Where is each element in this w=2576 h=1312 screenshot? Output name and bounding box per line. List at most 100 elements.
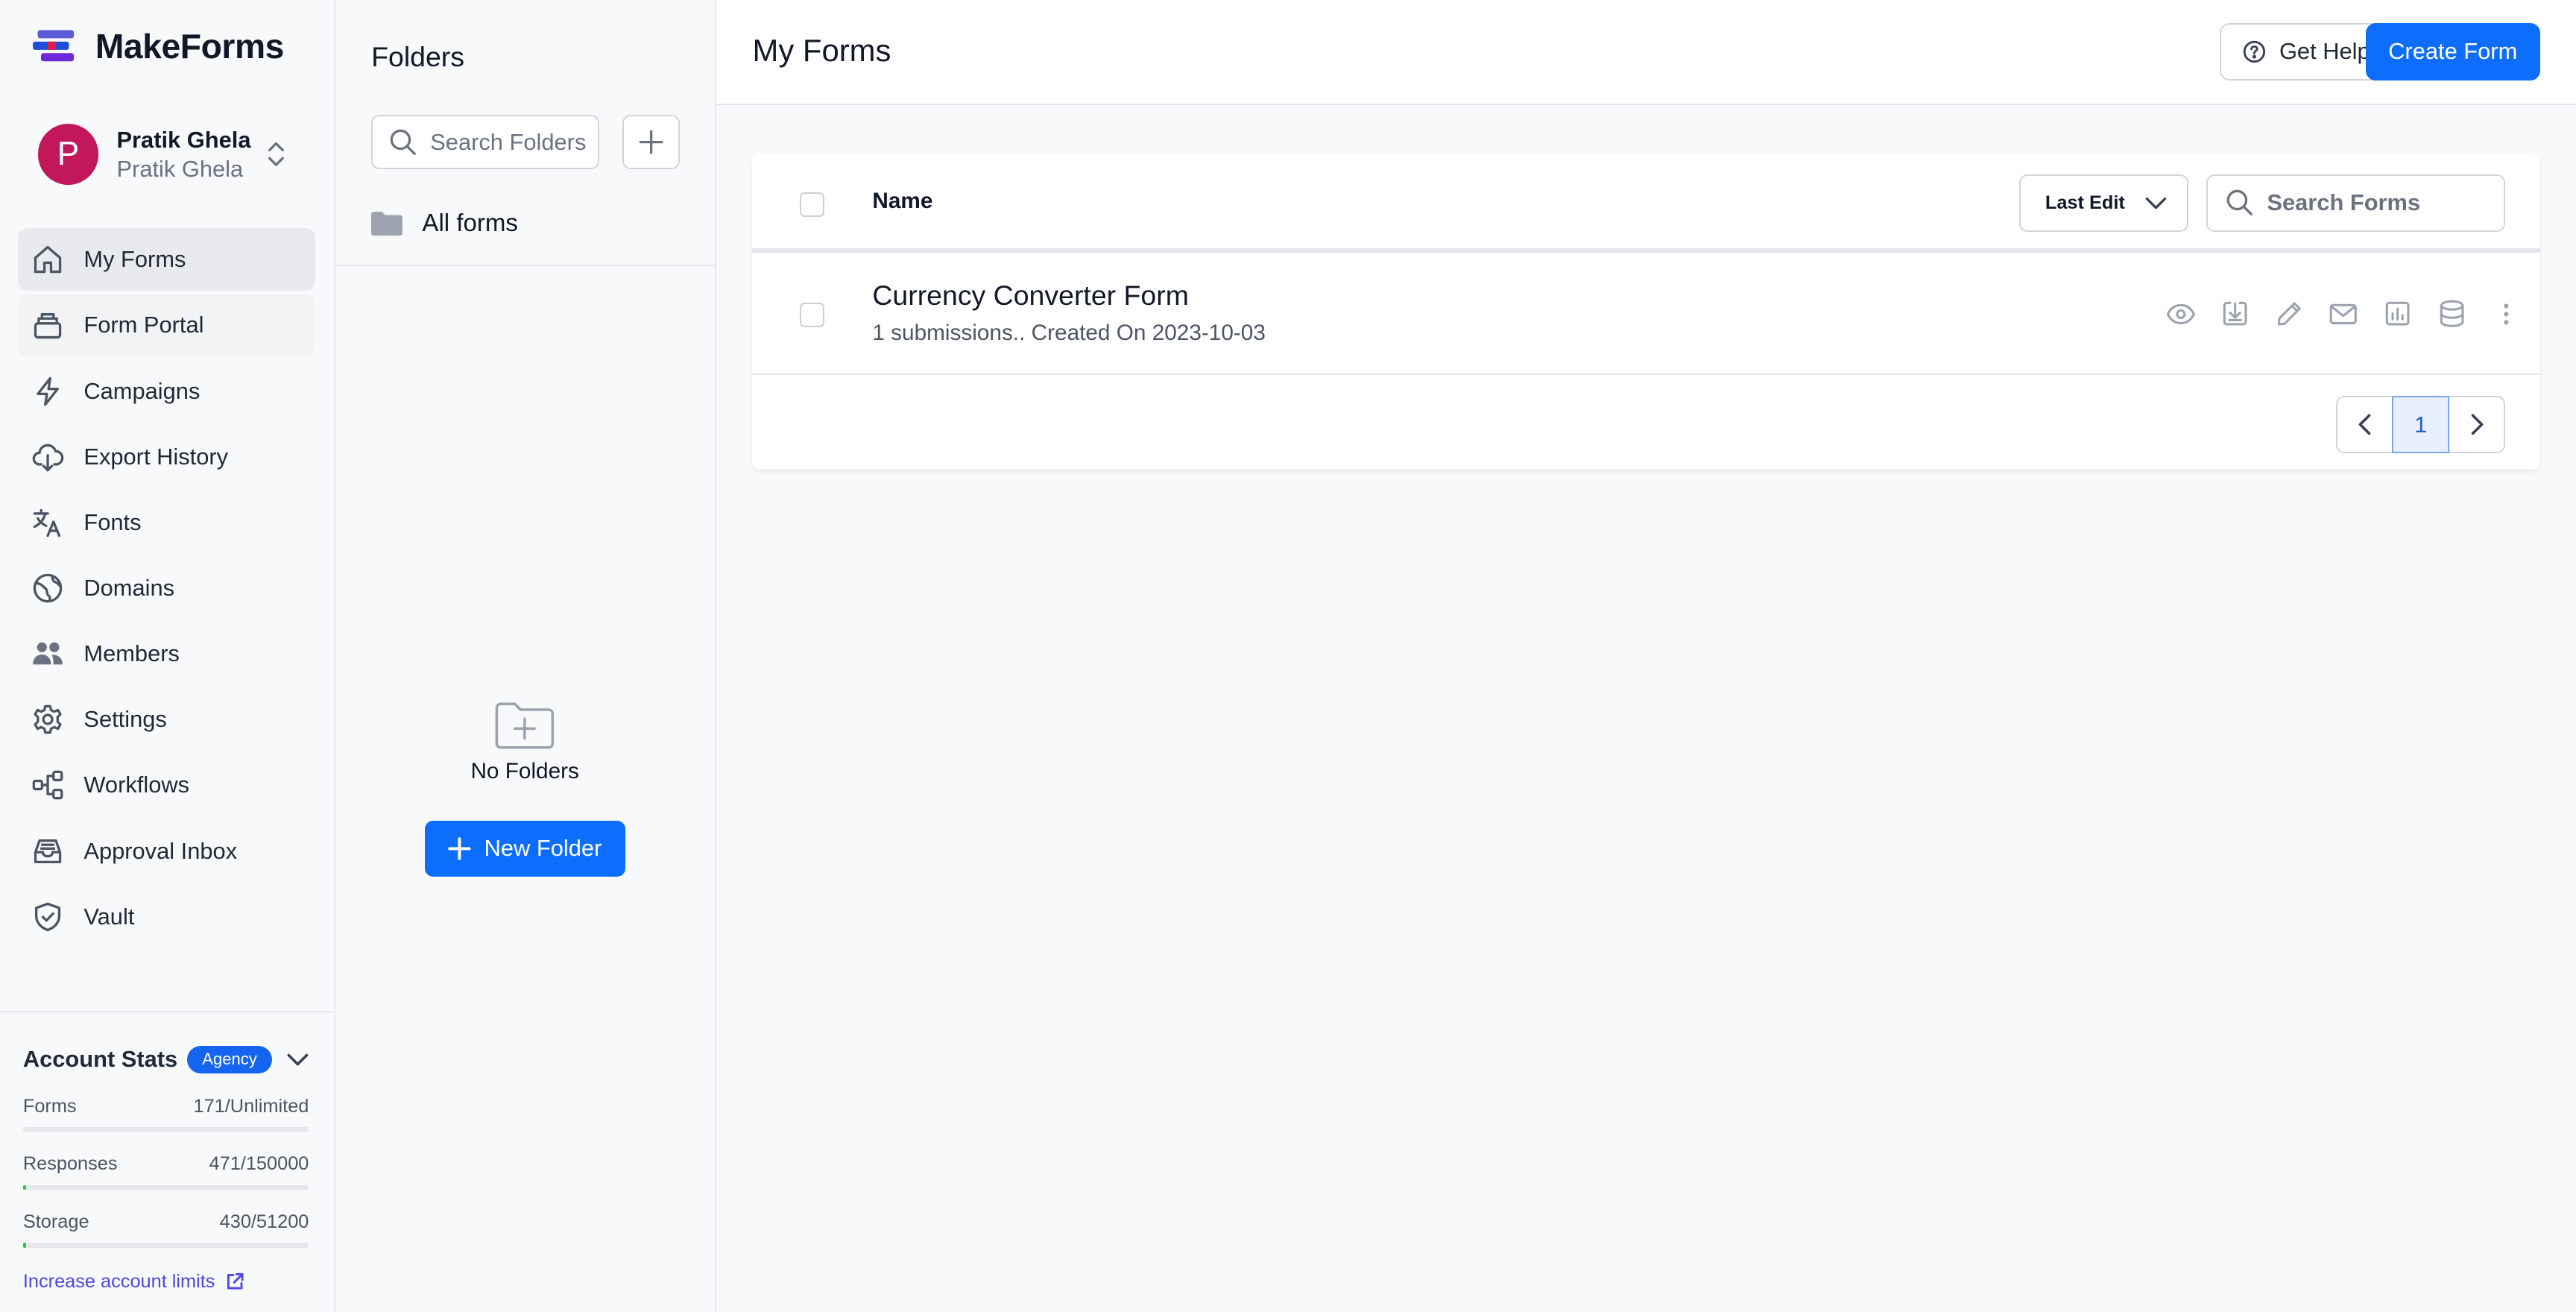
folders-empty-state: No Folders New Folder	[335, 701, 715, 877]
cloud-download-icon	[30, 438, 66, 474]
stat-label: Responses	[22, 1153, 118, 1175]
sidebar-item-workflows[interactable]: Workflows	[18, 754, 315, 817]
forms-search-input[interactable]	[2267, 189, 2497, 217]
form-meta: 1 submissions.. Created On 2023-10-03	[872, 320, 1266, 345]
sidebar-item-members[interactable]: Members	[18, 622, 315, 685]
sidebar-item-label: Fonts	[83, 508, 142, 535]
sidebar-item-settings[interactable]: Settings	[18, 688, 315, 751]
new-folder-button[interactable]: New Folder	[424, 820, 625, 877]
pencil-icon[interactable]	[2262, 299, 2317, 329]
folder-search[interactable]	[371, 115, 600, 170]
sidebar-item-label: My Forms	[83, 246, 186, 273]
all-forms-item[interactable]: All forms	[371, 197, 518, 250]
stat-progress-bar	[22, 1243, 309, 1248]
avatar: P	[37, 124, 99, 185]
row-checkbox[interactable]	[800, 302, 825, 327]
sidebar-item-my-forms[interactable]: My Forms	[18, 228, 316, 291]
sidebar-item-fonts[interactable]: Fonts	[18, 491, 315, 554]
stat-label: Storage	[22, 1211, 89, 1232]
sidebar-item-vault[interactable]: Vault	[18, 886, 315, 948]
sidebar-item-domains[interactable]: Domains	[18, 557, 315, 619]
sidebar-item-campaigns[interactable]: Campaigns	[18, 360, 315, 423]
chevron-down-icon	[2144, 194, 2168, 213]
get-help-label: Get Help	[2279, 38, 2370, 65]
prev-page-button[interactable]	[2336, 396, 2394, 454]
user-subtitle: Pratik Ghela	[116, 156, 244, 183]
sort-select[interactable]: Last Edit	[2018, 174, 2188, 232]
plus-icon	[638, 129, 664, 155]
add-folder-button[interactable]	[622, 115, 681, 170]
external-link-icon	[225, 1272, 244, 1291]
stat-value: 430/51200	[219, 1211, 309, 1232]
more-vertical-icon[interactable]	[2479, 299, 2534, 329]
folders-title: Folders	[371, 41, 464, 73]
sidebar-item-label: Export History	[83, 443, 229, 470]
chevron-down-icon[interactable]	[286, 1051, 309, 1067]
workflow-icon	[30, 767, 66, 803]
sidebar-item-export-history[interactable]: Export History	[18, 426, 315, 488]
row-actions	[2154, 299, 2534, 329]
user-switcher[interactable]: P Pratik Ghela Pratik Ghela	[37, 122, 301, 187]
sidebar-item-label: Members	[83, 640, 180, 667]
plus-icon	[448, 837, 471, 860]
gear-icon	[30, 701, 66, 737]
help-circle-icon	[2243, 40, 2266, 63]
sidebar-item-label: Workflows	[83, 772, 190, 798]
sidebar-item-approval-inbox[interactable]: Approval Inbox	[18, 820, 315, 883]
table-header: Name Last Edit	[752, 154, 2540, 253]
shield-check-icon	[30, 899, 66, 935]
search-icon	[389, 128, 417, 156]
user-name: Pratik Ghela	[116, 126, 251, 153]
stat-responses: Responses 471/150000	[22, 1153, 309, 1190]
stat-progress-fill	[22, 1243, 27, 1248]
create-form-button[interactable]: Create Form	[2365, 22, 2540, 81]
sidebar-item-label: Campaigns	[83, 377, 201, 404]
mail-icon[interactable]	[2317, 299, 2371, 329]
increase-limits-label: Increase account limits	[22, 1270, 215, 1292]
chart-icon[interactable]	[2370, 299, 2425, 329]
sidebar: MakeForms P Pratik Ghela Pratik Ghela My…	[0, 0, 335, 1312]
eye-icon[interactable]	[2154, 299, 2209, 329]
forms-search[interactable]	[2206, 174, 2506, 232]
form-name[interactable]: Currency Converter Form	[872, 280, 1189, 312]
database-icon[interactable]	[2425, 299, 2479, 329]
stat-value: 471/150000	[209, 1153, 309, 1175]
folders-panel: Folders All forms No Folders	[335, 0, 716, 1312]
top-bar: My Forms Get Help Create Form	[716, 0, 2576, 106]
table-row[interactable]: Currency Converter Form 1 submissions.. …	[752, 253, 2540, 375]
makeforms-logo-icon	[33, 27, 79, 66]
plan-badge: Agency	[187, 1045, 272, 1074]
sidebar-item-label: Vault	[83, 903, 135, 930]
lightning-icon	[30, 373, 66, 409]
sort-select-label: Last Edit	[2045, 192, 2125, 213]
increase-limits-link[interactable]: Increase account limits	[23, 1271, 309, 1293]
users-icon	[30, 636, 66, 672]
select-all-checkbox[interactable]	[800, 192, 825, 217]
sidebar-item-form-portal[interactable]: Form Portal	[18, 294, 316, 357]
page-title: My Forms	[752, 33, 891, 69]
page-button-current[interactable]: 1	[2392, 396, 2450, 454]
folder-search-input[interactable]	[430, 128, 595, 156]
all-forms-label: All forms	[422, 209, 518, 237]
sidebar-nav: My Forms Form Portal Campaigns Export Hi…	[18, 228, 316, 951]
sidebar-item-label: Settings	[83, 706, 167, 733]
chevron-up-down-icon[interactable]	[265, 139, 288, 169]
forms-table: Name Last Edit Currency Converter Form	[752, 154, 2540, 470]
chevron-right-icon	[2469, 413, 2485, 436]
folder-plus-icon	[493, 701, 556, 751]
download-icon[interactable]	[2208, 299, 2262, 329]
folder-icon	[371, 211, 402, 236]
portal-icon	[30, 307, 66, 343]
next-page-button[interactable]	[2448, 396, 2506, 454]
translate-icon	[30, 505, 66, 540]
stat-progress-bar	[22, 1127, 309, 1132]
main-content: My Forms Get Help Create Form Name Last …	[716, 0, 2576, 1312]
brand[interactable]: MakeForms	[33, 26, 284, 66]
divider	[335, 264, 715, 267]
column-header-name: Name	[872, 189, 933, 214]
stat-progress-fill	[22, 1185, 27, 1190]
account-stats-title: Account Stats	[22, 1046, 178, 1073]
sidebar-item-label: Domains	[83, 575, 175, 602]
sidebar-item-label: Approval Inbox	[83, 837, 238, 864]
empty-folders-text: No Folders	[470, 759, 579, 784]
